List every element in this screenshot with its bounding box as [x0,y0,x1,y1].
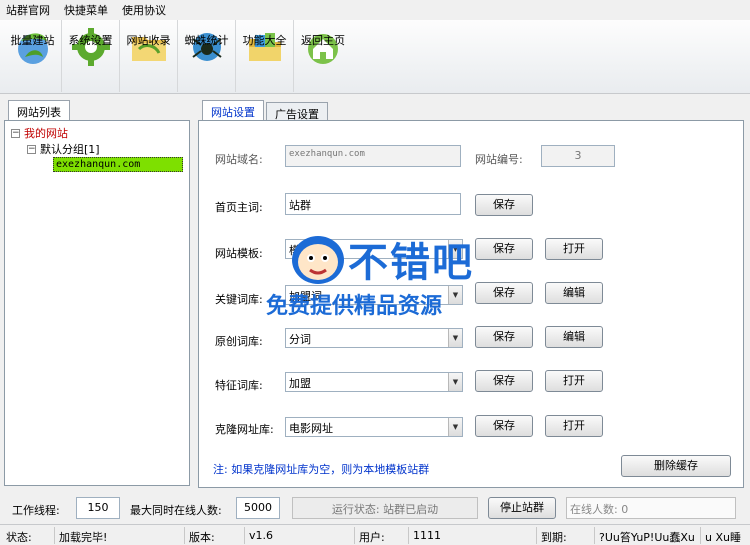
run-status-field: 运行状态: 站群已启动 [292,497,478,519]
keyword-label: 首页主词: [215,201,263,214]
watermark-title: 不错吧 [348,239,474,286]
feature-lib-value: 加盟 [289,377,311,390]
threads-label: 工作线程: [12,504,60,517]
feature-lib-save-button[interactable]: 保存 [475,370,533,392]
collapse-icon[interactable]: − [27,144,36,154]
domain-field[interactable]: exezhanqun.com [285,145,461,167]
feature-lib-open-button[interactable]: 打开 [545,370,603,392]
status-bar: 状态: 加载完毕! 版本: v1.6 用户: 1111 到期: ?Uu笞YuP!… [0,524,750,545]
tree-root-label: 我的网站 [24,127,68,140]
version-label: 版本: [184,527,242,544]
tree-site-item[interactable]: exezhanqun.com [53,157,183,172]
keyword-field[interactable]: 站群 [285,193,461,215]
home-button[interactable]: 返回主页 [294,20,352,92]
feature-lib-label: 特征词库: [215,379,263,392]
orig-lib-edit-button[interactable]: 编辑 [545,326,603,348]
tab-site-list[interactable]: 网站列表 [8,100,70,120]
domain-label: 网站域名: [215,153,263,166]
menu-bar: 站群官网 快捷菜单 使用协议 [0,0,750,20]
orig-lib-value: 分词 [289,333,311,346]
threads-field[interactable]: 150 [76,497,120,519]
orig-lib-label: 原创词库: [215,335,263,348]
kw-lib-edit-button[interactable]: 编辑 [545,282,603,304]
site-number-label: 网站编号: [475,153,523,166]
clone-lib-open-button[interactable]: 打开 [545,415,603,437]
site-list-pane: 网站列表 − 我的网站 − 默认分组[1] exezhanqun.com [4,100,194,488]
clone-lib-select[interactable]: 电影网址 ▼ [285,417,463,437]
user-label: 用户: [354,527,406,544]
dropdown-arrow-icon[interactable]: ▼ [448,329,462,347]
site-index-button[interactable]: 网站收录 [120,20,178,92]
keyword-save-button[interactable]: 保存 [475,194,533,216]
status-label: 状态: [6,531,32,544]
tab-ad-settings[interactable]: 广告设置 [266,102,328,121]
max-online-label: 最大同时在线人数: [130,504,222,517]
clone-lib-label: 克隆网址库: [215,423,274,436]
mascot-logo-icon [288,230,348,286]
collapse-icon[interactable]: − [11,128,20,138]
user-value: 1111 [408,527,534,544]
menu-site[interactable]: 站群官网 [6,2,50,18]
dropdown-arrow-icon[interactable]: ▼ [448,418,462,436]
expire-value: ?Uu笞YuP!Uu蠢Xu [594,527,698,544]
spider-stats-button[interactable]: 蜘蛛统计 [178,20,236,92]
tab-site-settings[interactable]: 网站设置 [202,100,264,120]
site-tree: − 我的网站 − 默认分组[1] exezhanqun.com [4,120,190,486]
clone-note: 注: 如果克隆网址库为空，则为本地模板站群 [213,463,430,476]
online-count-field: 在线人数: 0 [566,497,736,519]
kw-lib-label: 关键词库: [215,293,263,306]
clone-lib-value: 电影网址 [289,422,333,435]
status-value: 加载完毕! [54,527,182,544]
tree-root[interactable]: − 我的网站 [11,125,68,141]
tree-site-label: exezhanqun.com [53,157,183,172]
watermark: 不错吧 免费提供精品资源 [266,230,496,322]
all-features-button[interactable]: 功能大全 [236,20,294,92]
max-online-field[interactable]: 5000 [236,497,280,519]
tree-group[interactable]: − 默认分组[1] [27,141,100,157]
orig-lib-save-button[interactable]: 保存 [475,326,533,348]
site-number-field[interactable]: 3 [541,145,615,167]
clear-cache-button[interactable]: 删除缓存 [621,455,731,477]
dropdown-arrow-icon[interactable]: ▼ [448,373,462,391]
expire-label: 到期: [536,527,592,544]
batch-build-label: 批量建站 [10,34,55,47]
all-features-label: 功能大全 [242,34,287,47]
clone-lib-save-button[interactable]: 保存 [475,415,533,437]
version-value: v1.6 [244,527,352,544]
feature-lib-select[interactable]: 加盟 ▼ [285,372,463,392]
menu-terms[interactable]: 使用协议 [122,2,166,18]
orig-lib-select[interactable]: 分词 ▼ [285,328,463,348]
site-index-label: 网站收录 [126,34,171,47]
batch-build-button[interactable]: 批量建站 [4,20,62,92]
template-label: 网站模板: [215,247,263,260]
status-extra: u​​​ Xu睡 [700,527,748,544]
control-bar: 工作线程: 150 最大同时在线人数: 5000 运行状态: 站群已启动 停止站… [0,494,750,522]
menu-shortcuts[interactable]: 快捷菜单 [64,2,108,18]
system-settings-label: 系统设置 [68,34,113,47]
tree-group-label: 默认分组[1] [40,143,100,156]
home-label: 返回主页 [301,34,345,47]
system-settings-button[interactable]: 系统设置 [62,20,120,92]
toolbar: 批量建站 系统设置 网站收录 蜘蛛统计 功能大全 返回主页 [0,20,750,94]
spider-stats-label: 蜘蛛统计 [184,34,229,47]
stop-button[interactable]: 停止站群 [488,497,556,519]
template-open-button[interactable]: 打开 [545,238,603,260]
watermark-subtitle: 免费提供精品资源 [266,294,443,319]
